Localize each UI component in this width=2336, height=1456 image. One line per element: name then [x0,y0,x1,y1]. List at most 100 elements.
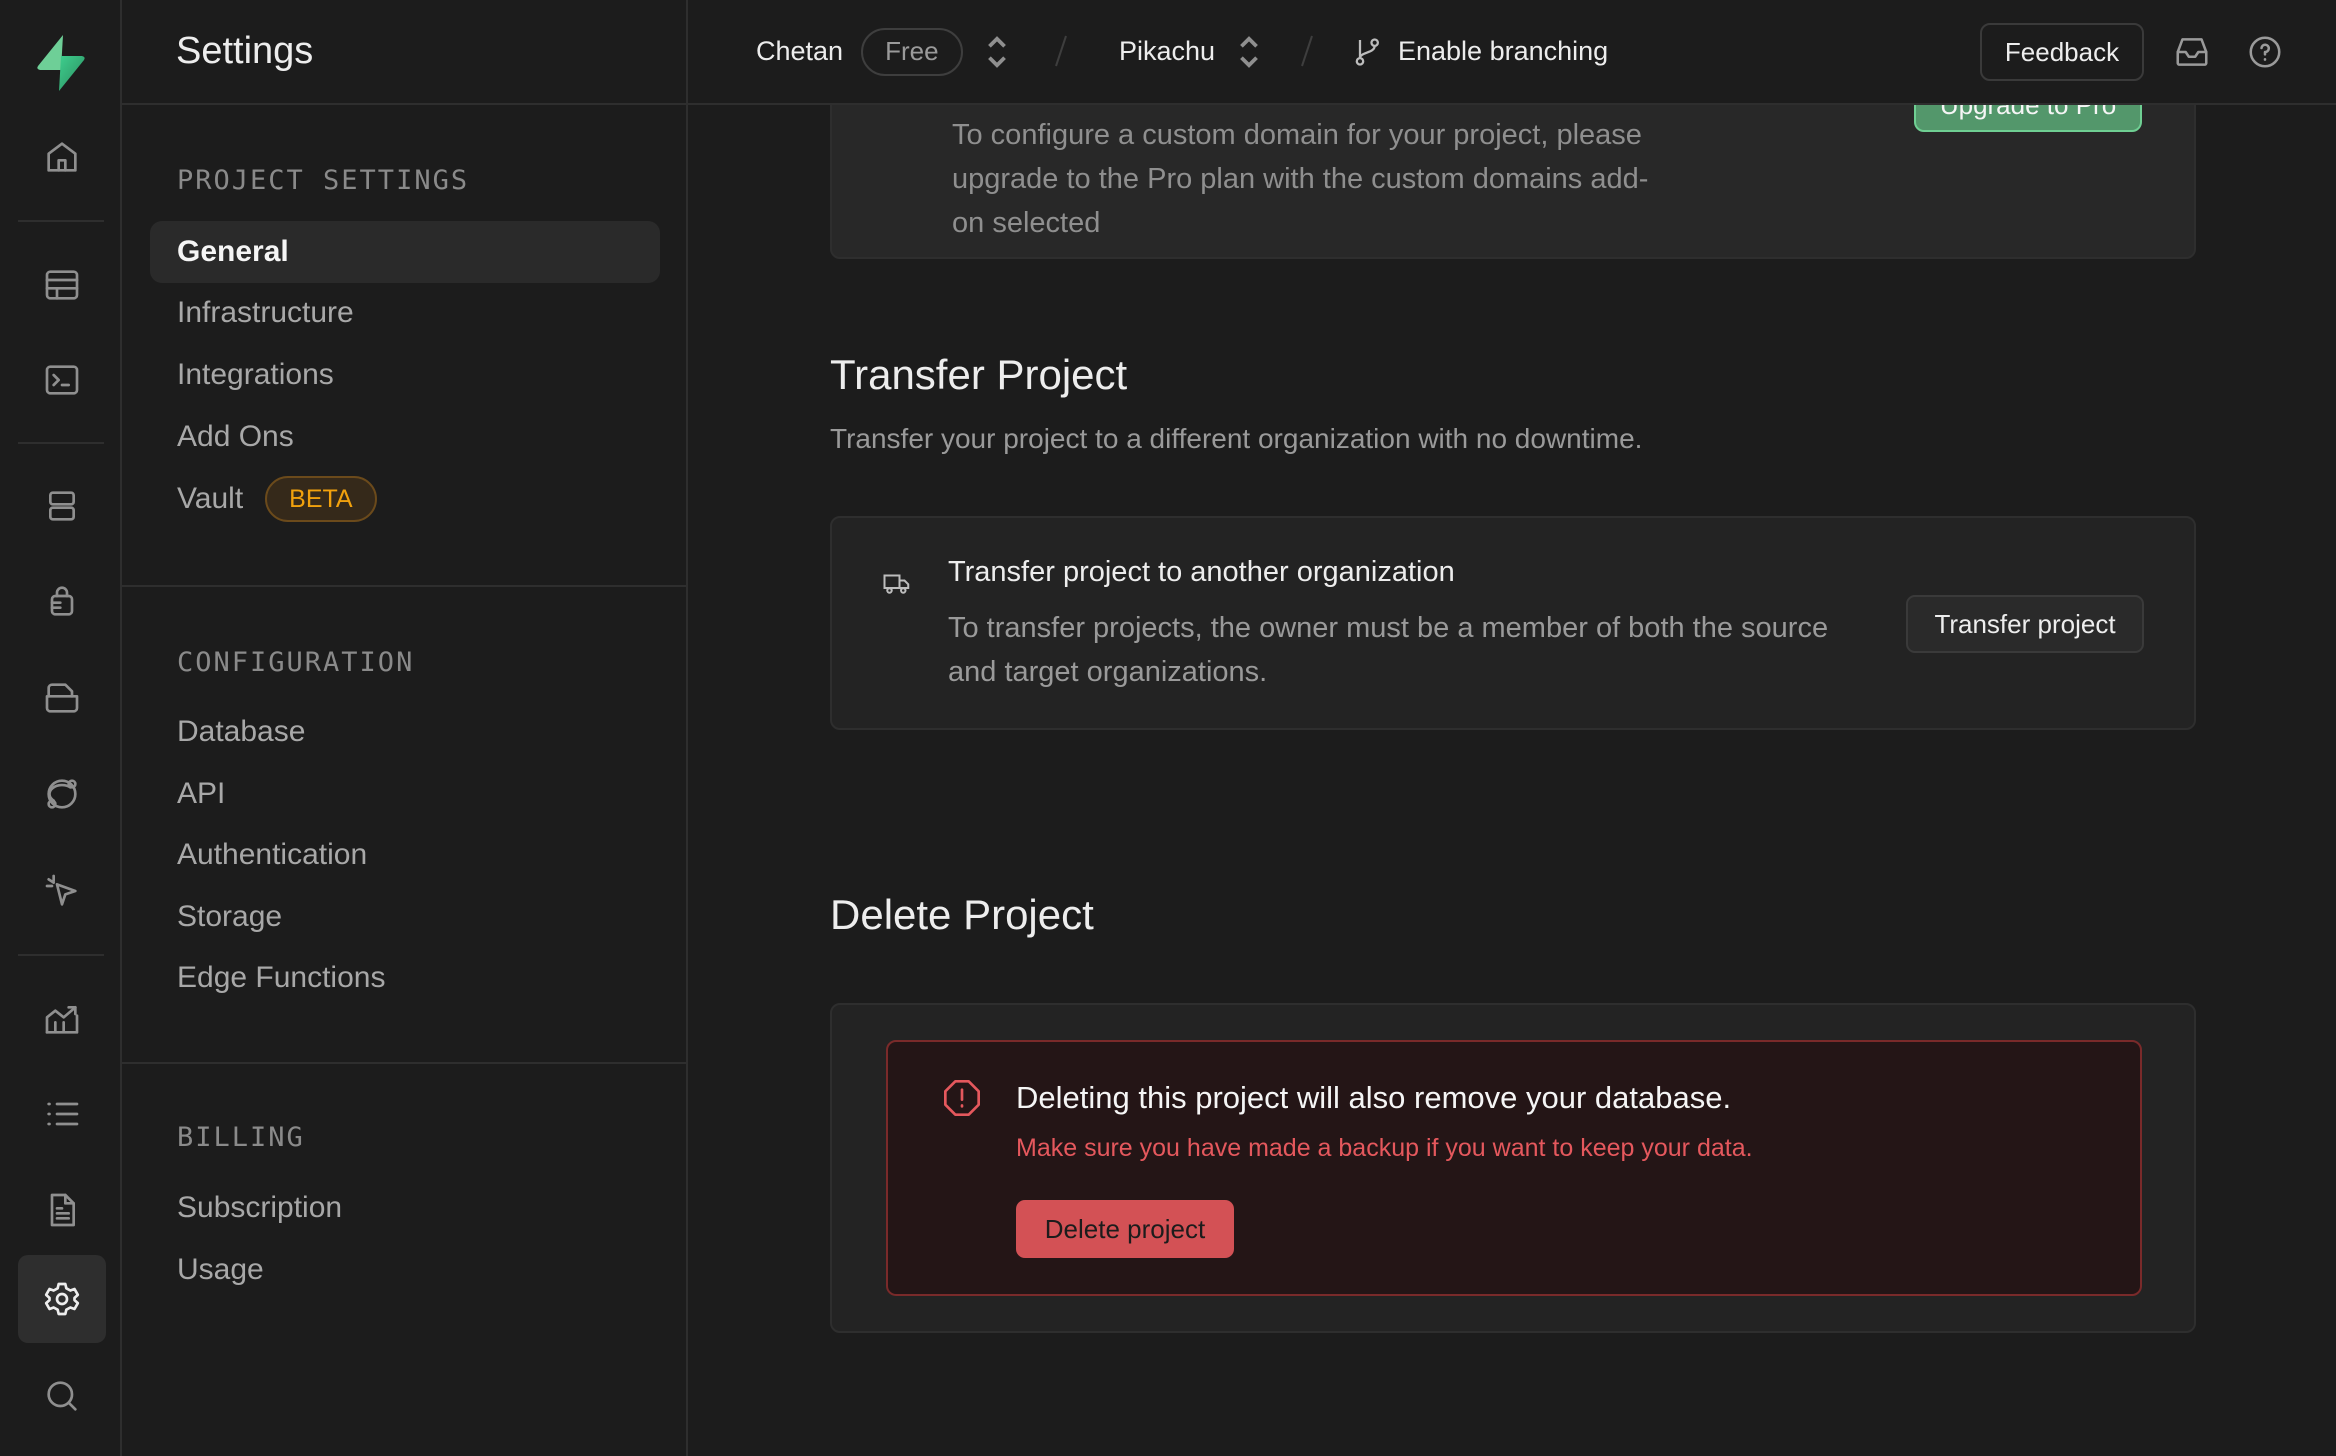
danger-alert: Deleting this project will also remove y… [886,1040,2142,1296]
section-billing: BILLING Subscription Usage [122,1064,686,1456]
sidebar-item-storage[interactable]: Storage [150,886,660,948]
custom-domain-text: To configure a custom domain for your pr… [952,119,1649,239]
sidebar-item-database[interactable]: Database [150,701,660,763]
sidebar-item-add-ons[interactable]: Add Ons [150,406,660,468]
supabase-logo-icon[interactable] [30,32,92,94]
section-project-settings: PROJECT SETTINGS General Infrastructure … [122,105,686,587]
project-selector[interactable]: Pikachu [1119,0,1261,103]
transfer-project-button[interactable]: Transfer project [1906,595,2144,653]
rail-divider [18,220,104,222]
transfer-card-title: Transfer project to another organization [948,556,1455,588]
logs-icon [47,1102,79,1126]
rail-divider [18,442,104,444]
table-editor-icon [45,270,79,300]
sidebar-item-label: Vault [177,482,244,515]
sidebar-item-label: Edge Functions [177,961,386,994]
rail-authentication[interactable] [18,557,106,645]
delete-project-title: Delete Project [830,891,1094,938]
database-icon [49,491,75,521]
settings-sidebar: Settings PROJECT SETTINGS General Infras… [122,0,688,1456]
sidebar-item-label: Database [177,715,306,748]
sidebar-item-label: Subscription [177,1191,343,1224]
enable-branching-label: Enable branching [1398,36,1609,66]
sidebar-item-label: Integrations [177,358,334,391]
sidebar-item-label: Authentication [177,838,368,871]
rail-api-docs[interactable] [18,1166,106,1254]
sidebar-item-usage[interactable]: Usage [150,1239,660,1301]
sidebar-item-label: Usage [177,1253,264,1286]
sidebar-title: Settings [176,30,314,72]
reports-icon [45,1006,79,1034]
git-branch-icon [1355,37,1380,66]
sidebar-item-subscription[interactable]: Subscription [150,1177,660,1239]
rail-settings[interactable] [18,1255,106,1343]
rail-storage[interactable] [18,654,106,742]
transfer-card-description: To transfer projects, the owner must be … [948,612,1829,688]
feedback-button[interactable]: Feedback [1980,23,2144,81]
storage-icon [45,683,79,713]
rail-reports[interactable] [18,975,106,1063]
sidebar-item-label: General [177,235,289,268]
org-selector[interactable]: Chetan Free [756,0,1009,103]
upgrade-to-pro-button[interactable]: Upgrade to Pro [1914,105,2142,132]
section-configuration: CONFIGURATION Database API Authenticatio… [122,587,686,1064]
project-name: Pikachu [1119,36,1216,66]
plan-badge: Free [861,27,963,76]
rail-logs[interactable] [18,1070,106,1158]
sidebar-item-label: Storage [177,900,283,933]
sidebar-item-infrastructure[interactable]: Infrastructure [150,282,660,344]
sidebar-item-integrations[interactable]: Integrations [150,344,660,406]
rail-realtime[interactable] [18,750,106,838]
truck-icon [883,574,910,594]
sidebar-item-edge-functions[interactable]: Edge Functions [150,947,660,1009]
rail-home[interactable] [18,113,106,201]
sidebar-item-vault[interactable]: Vault BETA [150,468,660,530]
warning-octagon-icon [944,1080,980,1116]
delete-alert-description: Make sure you have made a backup if you … [1016,1134,1753,1162]
custom-domain-card: To configure a custom domain for your pr… [830,105,2196,259]
sidebar-item-label: API [177,777,226,810]
rail-search[interactable] [18,1352,106,1440]
chevron-up-down-icon [987,35,1006,68]
icon-rail [0,0,122,1456]
sql-editor-icon [45,365,79,395]
breadcrumb-separator [1055,35,1067,67]
main-content: To configure a custom domain for your pr… [690,105,2336,1456]
sidebar-item-api[interactable]: API [150,763,660,825]
authentication-icon [50,586,74,616]
rail-database[interactable] [18,462,106,550]
rail-edge-functions[interactable] [18,847,106,935]
inbox-icon [2176,38,2208,66]
chevron-up-down-icon [1240,35,1258,68]
search-icon [47,1381,77,1411]
sidebar-item-authentication[interactable]: Authentication [150,824,660,886]
breadcrumb-separator [1301,35,1313,67]
org-name: Chetan [756,36,844,66]
transfer-project-subtitle: Transfer your project to a different org… [830,423,1643,454]
help-icon [2249,36,2281,68]
rail-divider [18,954,104,956]
sidebar-header: Settings [122,0,686,105]
edge-functions-icon [45,874,77,906]
sidebar-item-label: Infrastructure [177,296,354,329]
transfer-project-title: Transfer Project [830,351,1128,398]
sidebar-item-general[interactable]: General [150,221,660,283]
section-label: PROJECT SETTINGS [177,165,470,196]
realtime-icon [47,779,77,809]
help-button[interactable] [2243,30,2287,74]
settings-icon [44,1282,80,1316]
section-label: CONFIGURATION [177,647,415,678]
rail-table-editor[interactable] [18,241,106,329]
top-header: Chetan Free Pikachu Enable branching Fee… [688,0,2336,105]
section-label: BILLING [177,1122,305,1153]
api-docs-icon [50,1193,75,1227]
transfer-project-card: Transfer project to another organization… [830,516,2196,730]
delete-project-card: Deleting this project will also remove y… [830,1003,2196,1333]
enable-branching-button[interactable]: Enable branching [1352,0,1608,103]
inbox-button[interactable] [2170,30,2214,74]
delete-project-button[interactable]: Delete project [1016,1200,1234,1258]
sidebar-item-label: Add Ons [177,420,294,453]
home-icon [47,142,77,172]
beta-badge: BETA [265,476,377,522]
rail-sql-editor[interactable] [18,336,106,424]
